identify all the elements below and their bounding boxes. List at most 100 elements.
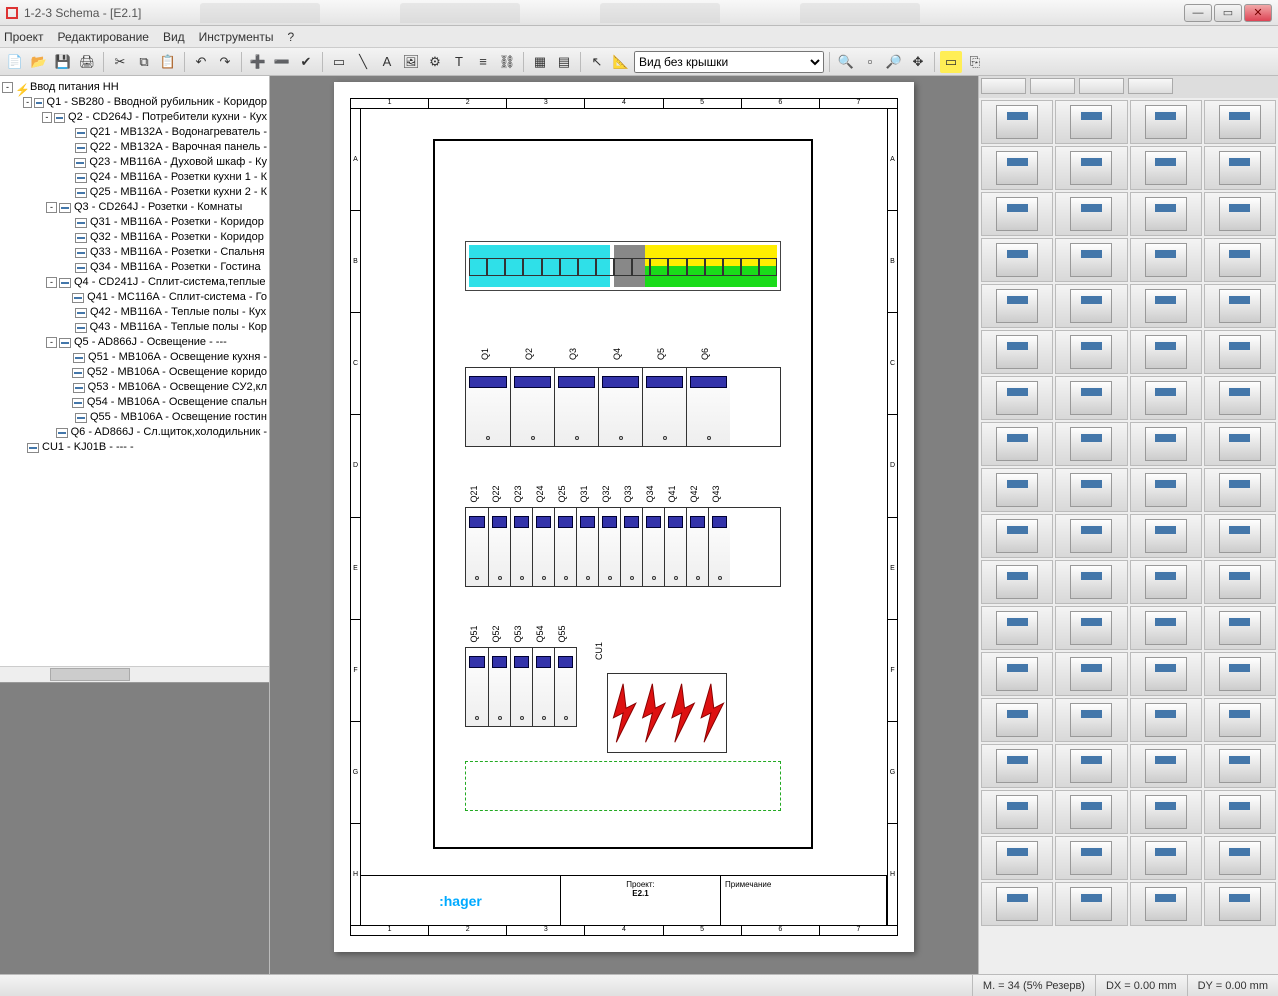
palette-item[interactable] (1204, 514, 1276, 558)
palette-item[interactable] (981, 284, 1053, 328)
tree-item[interactable]: Q33 - MB116A - Розетки - Спальня (2, 245, 267, 260)
breaker-Q42[interactable] (686, 508, 708, 586)
breaker-Q1[interactable] (466, 368, 510, 446)
palette-item[interactable] (1130, 146, 1202, 190)
palette-item[interactable] (1204, 376, 1276, 420)
breaker-Q25[interactable] (554, 508, 576, 586)
tree-item[interactable]: Q53 - MB106A - Освещение СУ2,кл (2, 380, 267, 395)
palette-item[interactable] (981, 652, 1053, 696)
din-row-4-empty[interactable] (465, 761, 781, 811)
component-tree[interactable]: - Ввод питания НН -Q1 - SB280 - Вводной … (0, 76, 269, 666)
palette-item[interactable] (1204, 560, 1276, 604)
zoom-fit-button[interactable]: ▫ (859, 51, 881, 73)
symbol-tool[interactable]: ⚙ (424, 51, 446, 73)
paste-button[interactable]: 📋 (157, 51, 179, 73)
palette-item[interactable] (981, 790, 1053, 834)
pan-button[interactable]: ✥ (907, 51, 929, 73)
palette-item[interactable] (1055, 882, 1127, 926)
palette-item[interactable] (1055, 422, 1127, 466)
view-select[interactable]: Вид без крышки (634, 51, 824, 73)
palette-item[interactable] (1204, 790, 1276, 834)
open-button[interactable]: 📂 (28, 51, 50, 73)
palette-item[interactable] (1055, 836, 1127, 880)
tree-item[interactable]: -Q1 - SB280 - Вводной рубильник - Коридо… (2, 95, 267, 110)
canvas[interactable]: 1234567 1234567 ABCDEFGH ABCDEFGH Q1Q2Q3… (270, 76, 978, 974)
breaker-Q21[interactable] (466, 508, 488, 586)
palette-item[interactable] (981, 330, 1053, 374)
palette-item[interactable] (1204, 192, 1276, 236)
menu-tools[interactable]: Инструменты (199, 30, 274, 44)
remove-button[interactable]: ➖ (271, 51, 293, 73)
din-row-3[interactable]: Q51Q52Q53Q54Q55 CU1 (465, 621, 781, 731)
tree-item[interactable]: Q51 - MB106A - Освещение кухня - (2, 350, 267, 365)
palette-item[interactable] (1204, 284, 1276, 328)
tree-item[interactable]: Q22 - MB132A - Варочная панель - (2, 140, 267, 155)
palette-item[interactable] (1055, 560, 1127, 604)
image-tool[interactable]: 🖼 (400, 51, 422, 73)
collapse-icon[interactable]: - (2, 82, 13, 93)
palette-item[interactable] (981, 606, 1053, 650)
measure-tool[interactable]: 📐 (610, 51, 632, 73)
palette-item[interactable] (981, 100, 1053, 144)
tree-item[interactable]: Q32 - MB116A - Розетки - Коридор (2, 230, 267, 245)
breaker-Q53[interactable] (510, 648, 532, 726)
tree-item[interactable]: Q34 - MB116A - Розетки - Гостина (2, 260, 267, 275)
palette-item[interactable] (1204, 146, 1276, 190)
palette-item[interactable] (1055, 698, 1127, 742)
tree-item[interactable]: Q55 - MB106A - Освещение гостин (2, 410, 267, 425)
palette-item[interactable] (1055, 192, 1127, 236)
format-tool[interactable]: T (448, 51, 470, 73)
breaker-Q55[interactable] (554, 648, 576, 726)
palette-item[interactable] (1204, 238, 1276, 282)
tree-scrollbar[interactable] (0, 666, 269, 682)
zoom-in-button[interactable]: 🔍 (835, 51, 857, 73)
palette-item[interactable] (981, 882, 1053, 926)
palette-item[interactable] (1130, 376, 1202, 420)
collapse-icon[interactable]: - (23, 97, 32, 108)
palette-item[interactable] (1055, 514, 1127, 558)
tree-item[interactable]: Q41 - MC116A - Сплит-система - Го (2, 290, 267, 305)
palette-item[interactable] (1204, 606, 1276, 650)
close-button[interactable]: ✕ (1244, 4, 1272, 22)
breaker-Q41[interactable] (664, 508, 686, 586)
breaker-Q23[interactable] (510, 508, 532, 586)
palette-item[interactable] (981, 698, 1053, 742)
breaker-Q34[interactable] (642, 508, 664, 586)
tree-item[interactable]: Q42 - MB116A - Теплые полы - Кух (2, 305, 267, 320)
palette-item[interactable] (1204, 652, 1276, 696)
palette-item[interactable] (981, 836, 1053, 880)
export-button[interactable]: ⎘ (964, 51, 986, 73)
pointer-tool[interactable]: ↖ (586, 51, 608, 73)
enclosure[interactable]: Q1Q2Q3Q4Q5Q6 Q21Q22Q23Q24Q25Q31Q32Q33Q34… (433, 139, 813, 849)
palette-item[interactable] (1204, 468, 1276, 512)
palette-item[interactable] (1055, 376, 1127, 420)
palette-item[interactable] (981, 514, 1053, 558)
palette-item[interactable] (981, 376, 1053, 420)
palette-item[interactable] (1055, 146, 1127, 190)
add-button[interactable]: ➕ (247, 51, 269, 73)
palette-item[interactable] (981, 146, 1053, 190)
zoom-area-button[interactable]: 🔎 (883, 51, 905, 73)
palette-item[interactable] (1130, 238, 1202, 282)
palette-item[interactable] (1130, 560, 1202, 604)
palette-item[interactable] (1055, 238, 1127, 282)
breaker-Q54[interactable] (532, 648, 554, 726)
palette-item[interactable] (1055, 606, 1127, 650)
palette-item[interactable] (981, 238, 1053, 282)
print-button[interactable]: 🖨 (76, 51, 98, 73)
breaker-Q24[interactable] (532, 508, 554, 586)
breaker-Q2[interactable] (510, 368, 554, 446)
palette-item[interactable] (1130, 422, 1202, 466)
breaker-Q33[interactable] (620, 508, 642, 586)
tree-item[interactable]: Q43 - MB116A - Теплые полы - Кор (2, 320, 267, 335)
line-tool[interactable]: ╲ (352, 51, 374, 73)
tree-item[interactable]: Q6 - AD866J - Сл.щиток,холодильник - (2, 425, 267, 440)
palette-item[interactable] (1055, 652, 1127, 696)
menu-edit[interactable]: Редактирование (58, 30, 149, 44)
breaker-Q32[interactable] (598, 508, 620, 586)
tree-item[interactable]: -Q4 - CD241J - Сплит-система,теплые (2, 275, 267, 290)
breaker-Q5[interactable] (642, 368, 686, 446)
palette-item[interactable] (1130, 652, 1202, 696)
cut-button[interactable]: ✂ (109, 51, 131, 73)
palette-item[interactable] (1130, 836, 1202, 880)
